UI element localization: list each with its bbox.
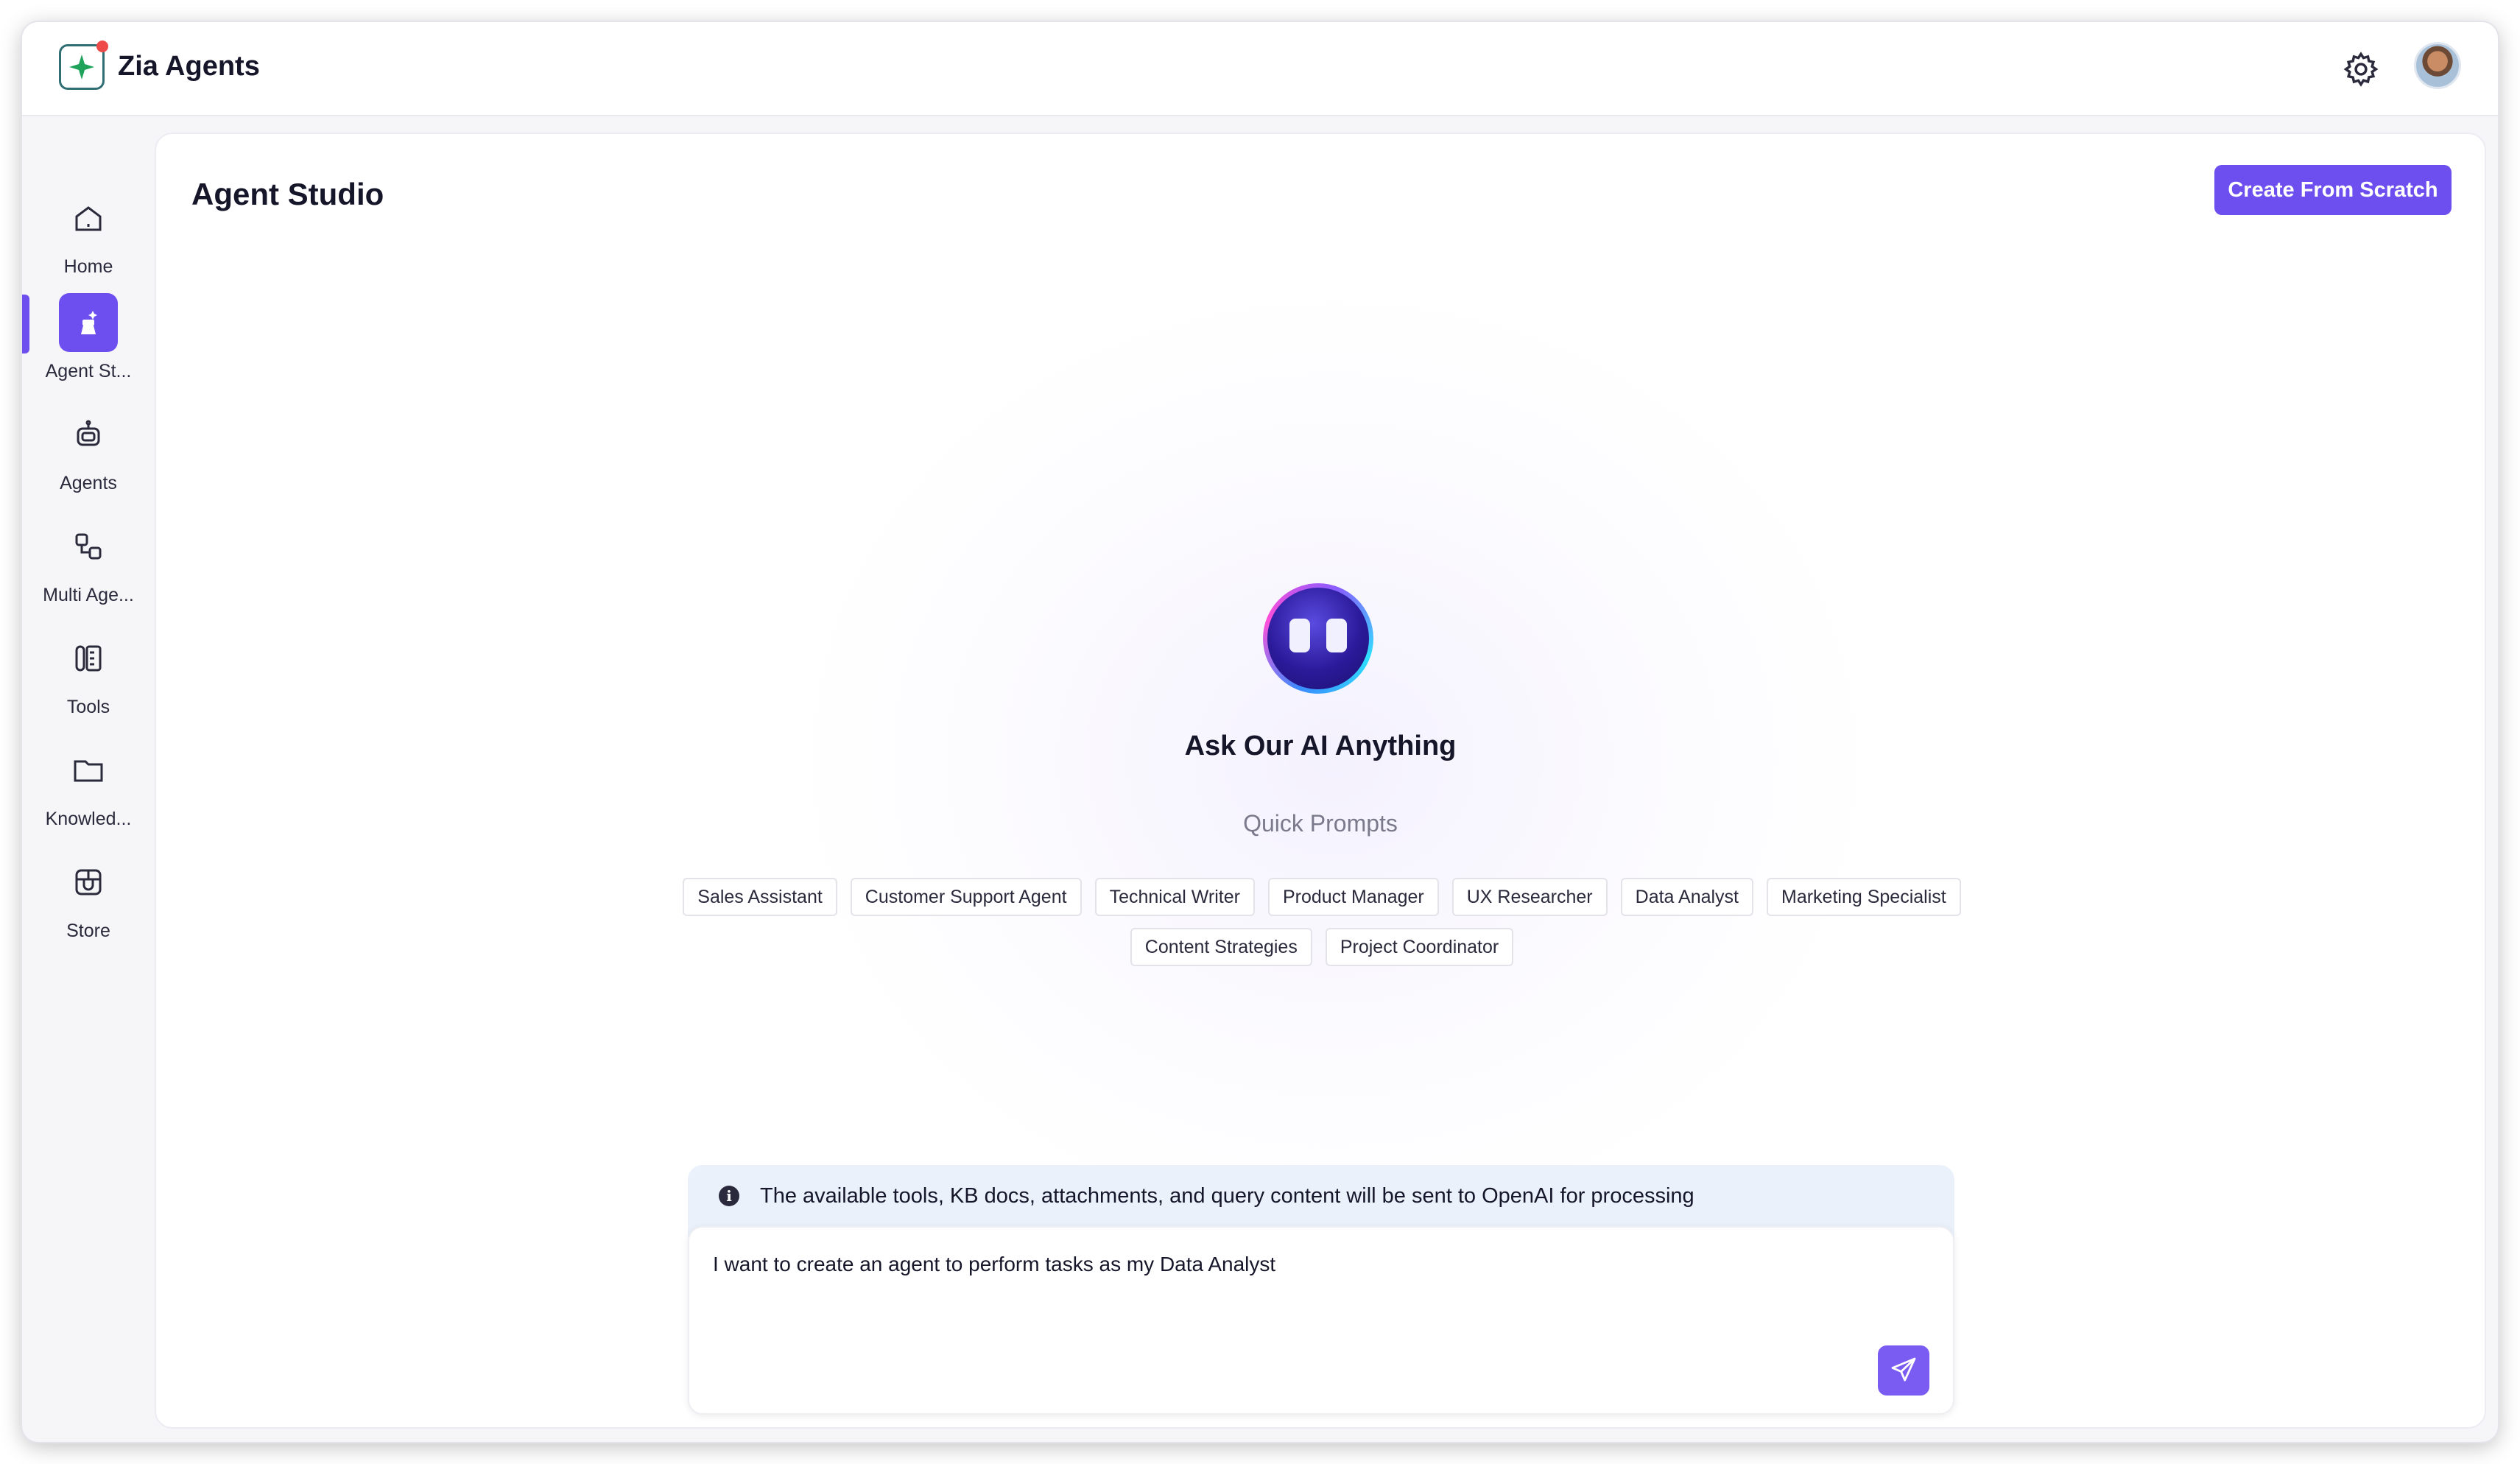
sparkle-logo-icon xyxy=(59,41,108,90)
sidebar-item-label: Agent St... xyxy=(45,361,132,381)
app-window: Zia Agents Home Agent St... Agents Multi… xyxy=(22,22,2498,1442)
folder-icon xyxy=(59,741,118,800)
ask-title: Ask Our AI Anything xyxy=(1184,731,1457,761)
user-avatar[interactable] xyxy=(2414,42,2461,89)
page-title: Agent Studio xyxy=(191,177,384,211)
top-bar: Zia Agents xyxy=(22,22,2498,116)
home-icon xyxy=(59,189,118,247)
quick-prompt-chip[interactable]: Sales Assistant xyxy=(683,878,837,916)
sidebar-item-multi-agents[interactable]: Multi Age... xyxy=(22,517,155,620)
sidebar-item-label: Multi Age... xyxy=(43,585,134,605)
sidebar-item-store[interactable]: Store xyxy=(22,853,155,956)
sidebar: Home Agent St... Agents Multi Age... Too xyxy=(22,118,155,1442)
prompt-input[interactable]: I want to create an agent to perform tas… xyxy=(713,1253,1275,1276)
sidebar-item-agents[interactable]: Agents xyxy=(22,405,155,508)
sidebar-item-label: Tools xyxy=(66,697,110,717)
quick-prompt-chip[interactable]: Technical Writer xyxy=(1094,878,1255,916)
send-button[interactable] xyxy=(1878,1345,1929,1396)
sidebar-item-knowledge[interactable]: Knowled... xyxy=(22,741,155,844)
quick-prompt-chip[interactable]: Product Manager xyxy=(1267,878,1439,916)
sidebar-item-agent-studio[interactable]: Agent St... xyxy=(22,293,155,396)
tools-icon xyxy=(59,629,118,688)
quick-prompts-title: Quick Prompts xyxy=(1243,810,1398,837)
quick-prompts-list: Sales Assistant Customer Support Agent T… xyxy=(672,878,1972,966)
info-icon: i xyxy=(719,1186,739,1206)
multi-agent-icon xyxy=(59,517,118,576)
sidebar-item-tools[interactable]: Tools xyxy=(22,629,155,732)
sidebar-item-label: Agents xyxy=(60,473,117,493)
quick-prompt-chip[interactable]: Customer Support Agent xyxy=(850,878,1082,916)
quick-prompt-chip[interactable]: UX Researcher xyxy=(1451,878,1608,916)
send-icon xyxy=(1889,1355,1918,1387)
agent-studio-icon xyxy=(59,293,118,352)
quick-prompt-chip[interactable]: Project Coordinator xyxy=(1325,928,1514,966)
sidebar-item-label: Knowled... xyxy=(45,809,132,829)
robot-icon xyxy=(59,405,118,464)
app-title: Zia Agents xyxy=(118,51,260,82)
sidebar-item-label: Home xyxy=(63,256,113,277)
quick-prompt-chip[interactable]: Marketing Specialist xyxy=(1767,878,1961,916)
prompt-composer[interactable]: I want to create an agent to perform tas… xyxy=(688,1226,1954,1415)
quick-prompt-chip[interactable]: Content Strategies xyxy=(1130,928,1312,966)
sidebar-item-home[interactable]: Home xyxy=(22,189,155,292)
notice-text: The available tools, KB docs, attachment… xyxy=(760,1184,1694,1208)
create-from-scratch-button[interactable]: Create From Scratch xyxy=(2214,165,2452,215)
gear-icon[interactable] xyxy=(2342,50,2380,88)
main-content: Agent Studio Create From Scratch Ask Our… xyxy=(155,133,2486,1429)
store-icon xyxy=(59,853,118,912)
sidebar-item-label: Store xyxy=(66,921,110,941)
quick-prompt-chip[interactable]: Data Analyst xyxy=(1620,878,1753,916)
ai-orb-icon xyxy=(1263,583,1373,694)
